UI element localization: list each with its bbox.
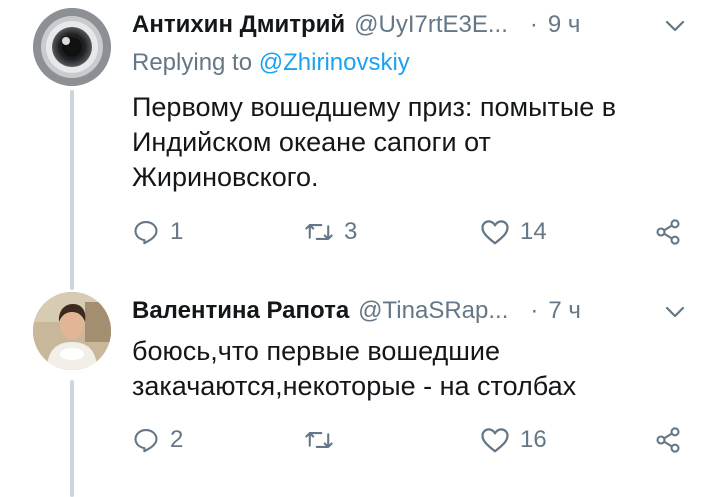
tweet-text-line: Жириновского. [132,162,319,192]
timestamp[interactable]: 9 ч [548,11,581,39]
tweet-2: Валентина Рапота @TinaSRap... · 7 ч боюс… [0,290,720,497]
share-button[interactable] [653,212,683,252]
reply-icon [134,221,158,245]
woman-photo-avatar [33,292,111,370]
like-icon [481,220,509,245]
reply-icon [134,429,158,453]
tweet-text: Первому вошедшему приз: помытые в Индийс… [132,90,692,195]
tweet-header: Валентина Рапота @TinaSRap... · 7 ч [132,294,720,328]
share-button[interactable] [653,420,683,460]
like-icon [481,428,509,453]
retweet-button[interactable] [304,420,344,460]
author-handle[interactable]: @UyI7rtE3E... [354,11,508,39]
retweet-icon [305,432,333,448]
retweet-icon [305,224,333,240]
tweet-text: боюсь,что первые вошедшие закачаются,нек… [132,334,692,404]
chevron-down-icon[interactable] [663,14,687,38]
replying-to: Replying to @Zhirinovskiy [132,49,410,77]
reply-count: 1 [170,218,184,245]
avatar[interactable] [33,8,111,86]
avatar[interactable] [33,292,111,370]
replying-to-handle[interactable]: @Zhirinovskiy [259,49,410,76]
tweet-text-line: боюсь,что первые вошедшие [132,336,501,366]
share-icon [656,219,680,245]
tweet-actions: 2 16 [132,420,692,460]
thread-line [70,380,74,497]
tweet-text-line: Первому вошедшему приз: помытые в [132,92,617,122]
author-name[interactable]: Валентина Рапота [132,297,349,325]
reply-button[interactable]: 2 [132,420,183,460]
like-count: 14 [520,218,547,245]
separator-dot: · [529,11,538,38]
author-handle[interactable]: @TinaSRap... [358,297,508,325]
like-button[interactable]: 16 [480,420,547,460]
tweet-text-line: Индийском океане сапоги от [132,127,491,157]
chevron-down-icon[interactable] [663,300,687,324]
camera-lens-avatar [33,8,111,86]
separator-dot: · [530,297,539,324]
timestamp[interactable]: 7 ч [548,297,581,325]
share-icon [656,427,680,453]
retweet-count: 3 [344,218,358,245]
like-button[interactable]: 14 [480,212,547,252]
author-name[interactable]: Антихин Дмитрий [132,11,345,39]
thread-line [70,90,74,290]
tweet-actions: 1 3 14 [132,212,692,252]
like-count: 16 [520,426,547,453]
tweet-1: Антихин Дмитрий @UyI7rtE3E... · 9 ч Repl… [0,0,720,290]
reply-button[interactable]: 1 [132,212,183,252]
tweet-header: Антихин Дмитрий @UyI7rtE3E... · 9 ч [132,8,720,42]
reply-count: 2 [170,426,184,453]
replying-to-label: Replying to [132,49,259,76]
retweet-button[interactable]: 3 [304,212,357,252]
tweet-text-line: закачаются,некоторые - на столбах [132,371,577,401]
